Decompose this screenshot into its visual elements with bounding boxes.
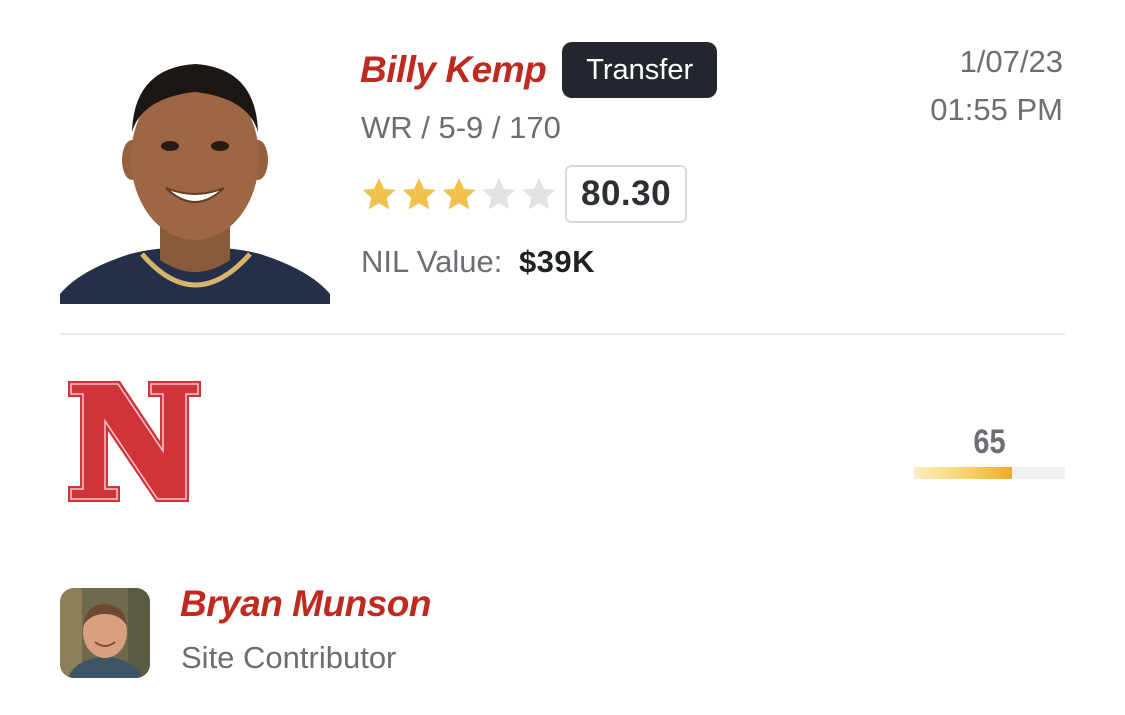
star-filled-icon	[442, 178, 476, 210]
star-filled-icon	[402, 178, 436, 210]
star-empty-icon	[522, 178, 556, 210]
player-position-size: WR / 5-9 / 170	[361, 110, 561, 145]
author-name[interactable]: Bryan Munson	[180, 583, 431, 625]
author-avatar[interactable]	[60, 588, 150, 678]
score-bar	[914, 467, 1065, 479]
score-bar-fill	[914, 467, 1013, 479]
transfer-badge: Transfer	[562, 42, 718, 98]
rating-score: 80.30	[565, 165, 688, 223]
score-value: 65	[973, 423, 1006, 461]
timestamp: 1/07/23 01:55 PM	[930, 38, 1063, 134]
player-photo	[60, 48, 330, 304]
prediction-score: 65	[914, 420, 1065, 479]
nil-row: NIL Value: $39K	[361, 244, 595, 280]
timestamp-time: 01:55 PM	[930, 92, 1063, 127]
star-filled-icon	[362, 178, 396, 210]
rating-row: 80.30	[361, 164, 688, 224]
nebraska-n-logo-icon[interactable]	[68, 381, 201, 502]
author-role: Site Contributor	[181, 640, 397, 675]
star-rating	[361, 176, 557, 212]
star-empty-icon	[482, 178, 516, 210]
timestamp-date: 1/07/23	[959, 44, 1063, 79]
nil-label: NIL Value:	[361, 244, 503, 279]
player-header: Billy Kemp Transfer	[360, 40, 718, 100]
nil-value: $39K	[518, 244, 596, 279]
player-name[interactable]: Billy Kemp	[360, 49, 547, 91]
divider	[60, 333, 1065, 335]
